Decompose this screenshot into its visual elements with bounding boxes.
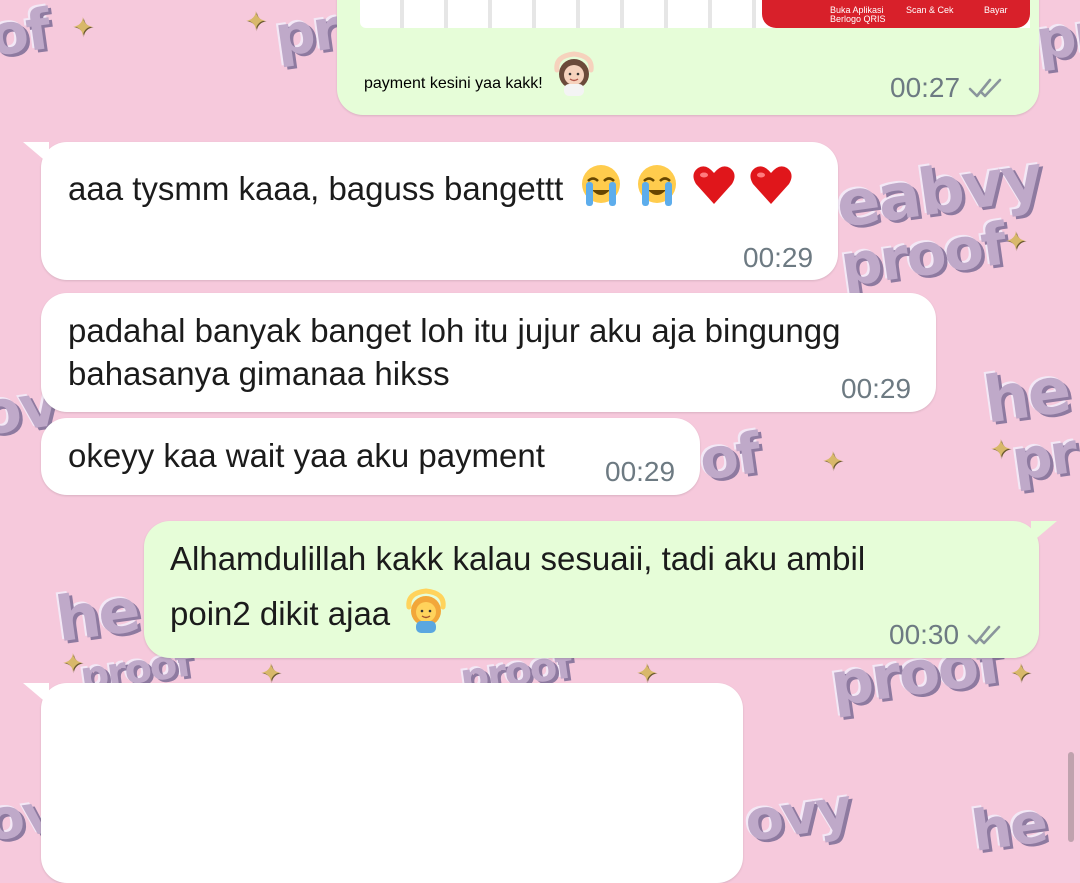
double-check-read-icon xyxy=(968,78,1002,98)
message-line: bahasanya gimanaa hikss xyxy=(68,355,450,392)
sparkle-icon: ✦ xyxy=(1010,658,1032,688)
wallpaper-sticker: eabvy xyxy=(831,141,1046,243)
person-gesturing-ok-icon xyxy=(406,588,446,633)
person-gesturing-ok-icon xyxy=(554,51,594,96)
loudly-crying-face-icon xyxy=(637,165,676,206)
sparkle-icon: ✦ xyxy=(62,648,84,678)
message-text: okeyy kaa wait yaa aku payment xyxy=(68,437,545,474)
red-heart-icon xyxy=(750,166,792,204)
message-text: payment kesini yaa kakk! xyxy=(364,75,543,92)
wallpaper-sticker: of xyxy=(0,0,54,70)
message-bubble-outgoing[interactable]: Alhamdulillah kakk kalau sesuaii, tadi a… xyxy=(144,521,1057,658)
wallpaper-sticker: pr xyxy=(270,0,343,71)
wallpaper-sticker: ovy xyxy=(740,775,855,856)
message-timestamp: 00:30 xyxy=(889,619,960,650)
message-bubble-incoming[interactable] xyxy=(23,683,743,883)
wallpaper-sticker: he xyxy=(967,790,1050,865)
message-row: payment kesini yaa kakk! xyxy=(364,50,597,96)
sparkle-icon: ✦ xyxy=(990,434,1012,464)
sparkle-icon: ✦ xyxy=(245,6,267,36)
message-line: poin2 dikit ajaa xyxy=(170,595,391,632)
qris-instructions-banner: Buka Aplikasi Berlogo QRIS Scan & Cek Ba… xyxy=(762,0,1030,28)
wallpaper-sticker: of xyxy=(695,421,764,494)
message-bubble-incoming[interactable]: okeyy kaa wait yaa aku payment 00:29 xyxy=(41,418,700,495)
double-check-read-icon xyxy=(967,625,1001,645)
wallpaper-sticker: he xyxy=(51,572,143,657)
message-line: padahal banyak banget loh itu jujur aku … xyxy=(68,312,841,349)
qris-step-label: Bayar xyxy=(984,5,1008,15)
red-heart-icon xyxy=(693,166,735,204)
sparkle-icon: ✦ xyxy=(72,12,94,42)
qris-step-label: Berlogo QRIS xyxy=(830,14,886,24)
message-bubble-incoming[interactable]: padahal banyak banget loh itu jujur aku … xyxy=(41,293,936,412)
wallpaper-sticker: pr xyxy=(1007,420,1080,495)
message-meta: 00:29 xyxy=(841,367,911,411)
message-bubble-incoming[interactable]: aaa tysmm kaaa, baguss bangettt 00:29 xyxy=(23,142,838,280)
wallpaper-sticker: proof xyxy=(836,209,1009,301)
qris-step-label: Scan & Cek xyxy=(906,5,954,15)
message-timestamp: 00:27 xyxy=(890,72,961,103)
message-line: Alhamdulillah kakk kalau sesuaii, tadi a… xyxy=(170,540,866,577)
scrollbar[interactable] xyxy=(1068,752,1074,842)
message-row: poin2 dikit ajaa xyxy=(170,587,449,636)
message-timestamp: 00:29 xyxy=(605,456,676,487)
message-meta: 00:27 xyxy=(890,72,1008,104)
message-meta: 00:29 xyxy=(743,236,813,280)
wallpaper-sticker: pr xyxy=(1031,0,1080,75)
wallpaper-sticker: he xyxy=(979,353,1074,439)
message-row: aaa tysmm kaaa, baguss bangettt xyxy=(68,162,794,211)
message-text: aaa tysmm kaaa, baguss bangettt xyxy=(68,170,564,207)
loudly-crying-face-icon xyxy=(582,165,621,206)
message-meta: 00:29 xyxy=(605,450,675,494)
sparkle-icon: ✦ xyxy=(1005,226,1027,256)
message-timestamp: 00:29 xyxy=(841,373,912,404)
message-timestamp: 00:29 xyxy=(743,242,814,273)
sparkle-icon: ✦ xyxy=(822,446,844,476)
message-meta: 00:30 xyxy=(889,613,1007,657)
